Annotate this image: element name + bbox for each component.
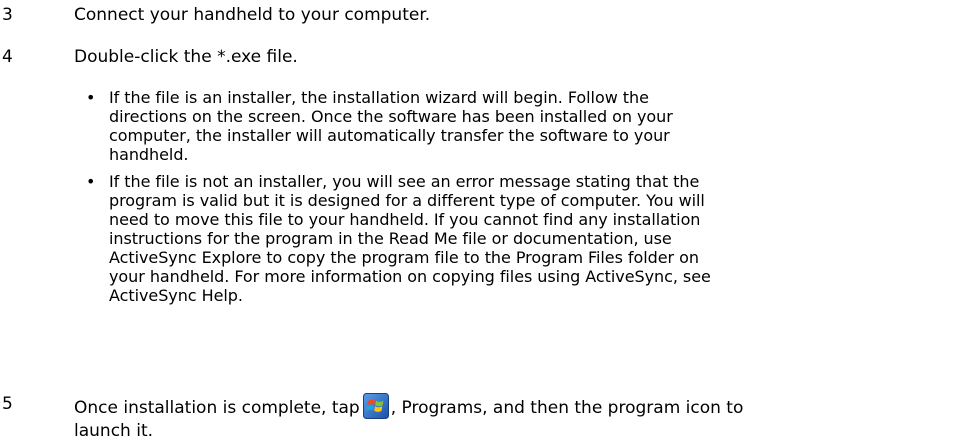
bullet-line: ActiveSync Explore to copy the program f…	[109, 248, 699, 267]
bullet-line: handheld.	[109, 145, 189, 164]
step-text: Double-click the *.exe file.	[74, 47, 298, 67]
step-text: Connect your handheld to your computer.	[74, 5, 431, 25]
bullet-line: your handheld. For more information on c…	[109, 267, 711, 286]
bullet-marker: •	[86, 172, 96, 191]
bullet-line: need to move this file to your handheld.…	[109, 210, 701, 229]
bullet-line: If the file is not an installer, you wil…	[109, 172, 700, 191]
bullet-line: ActiveSync Help.	[109, 286, 243, 305]
step-text-line-2: launch it.	[74, 421, 154, 441]
bullet-line: directions on the screen. Once the softw…	[109, 107, 673, 126]
step-text-after-icon: , Programs, and then the program icon to	[390, 398, 744, 418]
bullet-text: If the file is not an installer, you wil…	[109, 172, 959, 305]
windows-start-icon	[362, 393, 389, 419]
step-number: 3	[2, 5, 13, 25]
bullet-line: computer, the installer will automatical…	[109, 126, 670, 145]
step-number: 5	[2, 394, 13, 414]
bullet-text: If the file is an installer, the install…	[109, 88, 959, 164]
bullet-marker: •	[86, 88, 96, 107]
bullet-line: instructions for the program in the Read…	[109, 229, 672, 248]
step-text-before-icon: Once installation is complete, tap	[74, 398, 360, 418]
bullet-line: If the file is an installer, the install…	[109, 88, 649, 107]
step-number: 4	[2, 47, 13, 67]
bullet-line: program is valid but it is designed for …	[109, 191, 705, 210]
step-text: Once installation is complete, tap , Pro…	[74, 393, 934, 443]
